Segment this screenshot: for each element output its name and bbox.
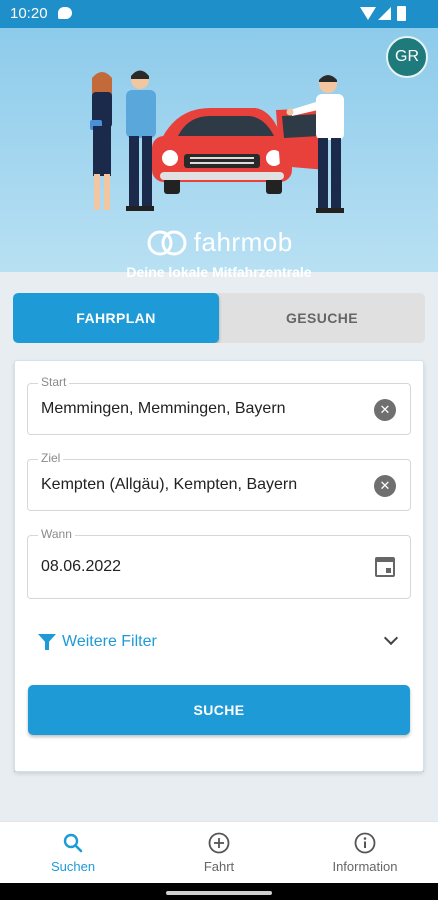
info-icon	[354, 832, 376, 854]
nav-label-suchen: Suchen	[50, 859, 96, 874]
status-time: 10:20	[10, 5, 48, 22]
more-filters-toggle[interactable]: Weitere Filter	[38, 630, 408, 656]
logo-text: fahrmob	[193, 227, 293, 257]
message-notification-icon	[58, 7, 72, 19]
ziel-label: Ziel	[38, 451, 64, 465]
tagline: Deine lokale Mitfahrzentrale	[126, 264, 312, 280]
tab-bar: FAHRPLAN GESUCHE	[13, 293, 425, 343]
calendar-icon[interactable]	[375, 557, 395, 577]
nav-item-fahrt[interactable]: Fahrt	[146, 822, 292, 884]
people-car-illustration	[90, 70, 344, 213]
start-field[interactable]: Start Memmingen, Memmingen, Bayern ✕	[27, 375, 411, 435]
ziel-field[interactable]: Ziel Kempten (Allgäu), Kempten, Bayern ✕	[27, 451, 411, 511]
fahrmob-logo-icon	[145, 228, 189, 258]
search-button[interactable]: SUCHE	[28, 685, 410, 735]
signal-icon	[378, 7, 391, 20]
battery-icon	[397, 6, 406, 21]
nav-label-fahrt: Fahrt	[203, 859, 235, 874]
hero-header: fahrmob Deine lokale Mitfahrzentrale	[0, 28, 438, 280]
search-icon	[63, 833, 83, 853]
status-bar: 10:20	[0, 0, 438, 28]
fahrmob-logo: fahrmob	[0, 227, 438, 258]
wifi-icon	[360, 7, 376, 20]
nav-item-information[interactable]: Information	[292, 822, 438, 884]
tab-gesuche[interactable]: GESUCHE	[219, 293, 425, 343]
bottom-navigation: Suchen Fahrt Information	[0, 821, 438, 883]
home-gesture-handle[interactable]	[166, 891, 272, 895]
clear-start-icon[interactable]: ✕	[374, 399, 396, 421]
plus-circle-icon	[208, 832, 230, 854]
user-avatar[interactable]: GR	[386, 36, 428, 78]
wann-field[interactable]: Wann 08.06.2022	[27, 527, 411, 599]
clear-ziel-icon[interactable]: ✕	[374, 475, 396, 497]
nav-label-information: Information	[332, 859, 398, 874]
tab-fahrplan[interactable]: FAHRPLAN	[13, 293, 219, 343]
wann-label: Wann	[38, 527, 75, 541]
start-value: Memmingen, Memmingen, Bayern	[41, 400, 286, 417]
start-label: Start	[38, 375, 70, 389]
ziel-value: Kempten (Allgäu), Kempten, Bayern	[41, 476, 298, 493]
chevron-down-icon	[383, 630, 399, 646]
nav-item-suchen[interactable]: Suchen	[0, 822, 146, 884]
more-filters-label: Weitere Filter	[62, 633, 157, 650]
wann-value: 08.06.2022	[41, 558, 122, 575]
system-navigation-bar	[0, 883, 438, 900]
